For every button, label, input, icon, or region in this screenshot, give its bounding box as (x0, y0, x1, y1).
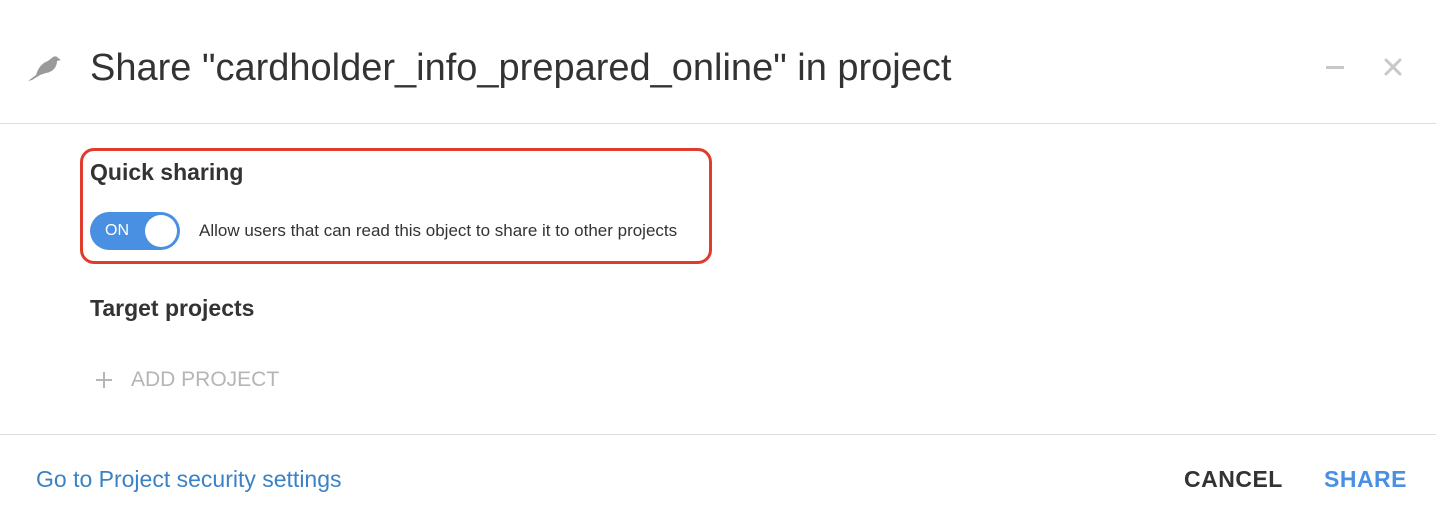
quick-sharing-title: Quick sharing (90, 159, 244, 185)
plus-icon (94, 370, 114, 390)
dialog-body: Quick sharing ON Allow users that can re… (0, 124, 1436, 434)
target-projects-title: Target projects (90, 295, 255, 321)
share-button[interactable]: SHARE (1324, 465, 1407, 493)
minimize-icon[interactable] (1322, 52, 1348, 82)
close-icon[interactable] (1378, 52, 1408, 82)
project-security-settings-link[interactable]: Go to Project security settings (36, 465, 342, 493)
toggle-state-label: ON (105, 222, 129, 239)
dialog-header: Share "cardholder_info_prepared_online" … (0, 0, 1436, 124)
toggle-knob (145, 215, 177, 247)
share-dialog: Share "cardholder_info_prepared_online" … (0, 0, 1436, 518)
quick-sharing-description: Allow users that can read this object to… (199, 221, 678, 240)
dialog-footer: Go to Project security settings CANCEL S… (0, 434, 1436, 518)
dialog-title: Share "cardholder_info_prepared_online" … (90, 47, 952, 89)
cancel-button[interactable]: CANCEL (1184, 465, 1283, 493)
add-project-button[interactable]: ADD PROJECT (94, 366, 279, 394)
quick-sharing-toggle[interactable]: ON (90, 212, 180, 250)
add-project-label: ADD PROJECT (131, 368, 280, 391)
bird-icon (26, 48, 66, 88)
